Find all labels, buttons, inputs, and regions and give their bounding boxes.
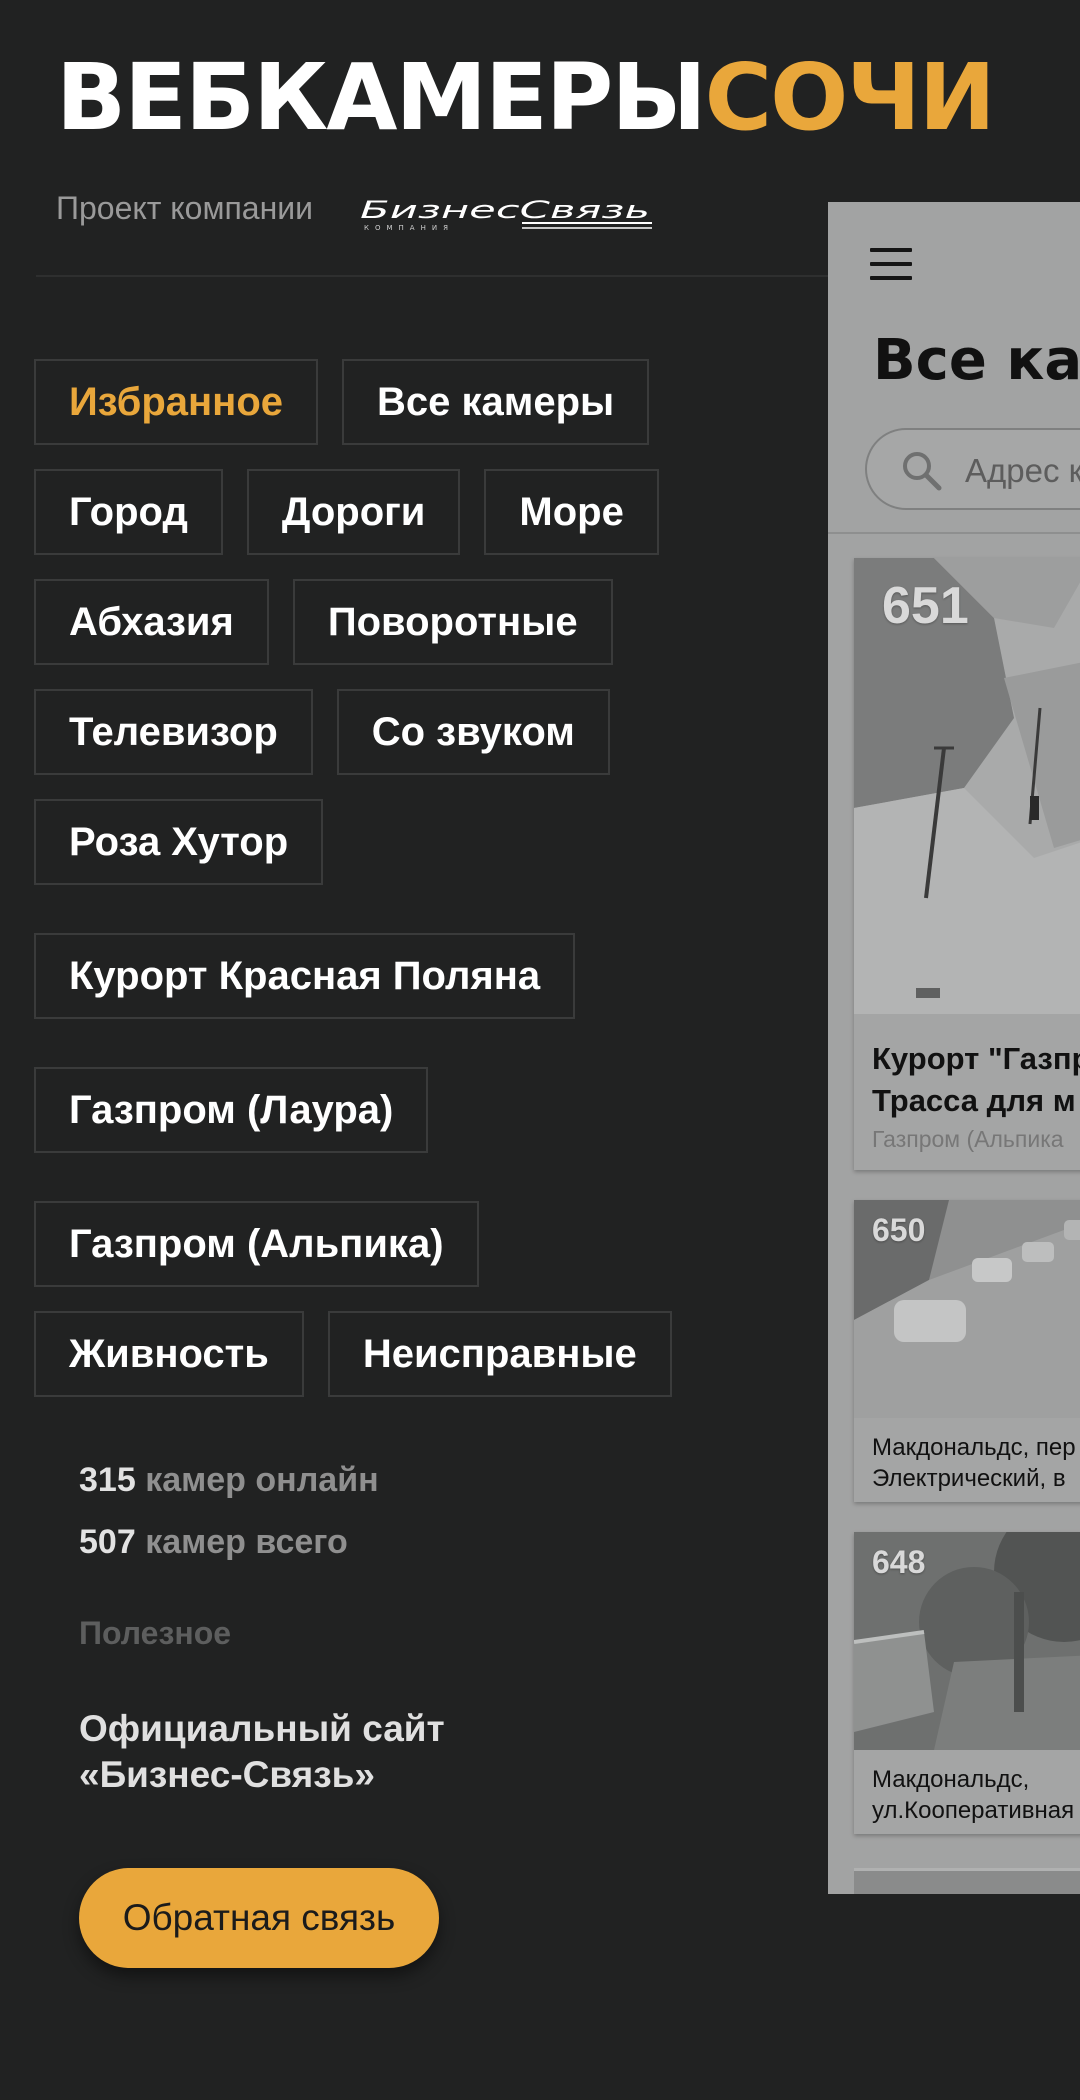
logo-word-sochi: СОЧИ bbox=[704, 44, 996, 151]
category-chip-rosa-khutor[interactable]: Роза Хутор bbox=[34, 799, 324, 885]
main-header-divider bbox=[828, 532, 1080, 534]
camera-card[interactable]: 650 Макдональдс, пер Электрический, в bbox=[854, 1200, 1080, 1502]
category-chip-krasnaya-polyana[interactable]: Курорт Красная Поляна bbox=[34, 933, 576, 1019]
camera-title-line1: Макдональдс, пер bbox=[872, 1434, 1076, 1461]
company-logo-subtitle: КОМПАНИЯ bbox=[364, 224, 454, 232]
site-logo[interactable]: ВЕБКАМЕРЫСОЧИ bbox=[56, 52, 996, 144]
camera-title-line1: Курорт "Газпр bbox=[872, 1041, 1080, 1076]
camera-title-line2: Трасса для м bbox=[872, 1083, 1076, 1118]
category-chip-all-cameras[interactable]: Все камеры bbox=[342, 359, 650, 445]
camera-number: 651 bbox=[882, 577, 969, 635]
camera-category: Газпром (Альпика bbox=[872, 1126, 1064, 1152]
search-placeholder: Адрес к bbox=[965, 452, 1080, 489]
stat-total-count: 507 bbox=[79, 1523, 136, 1561]
logo-word-webcams: ВЕБКАМЕРЫ bbox=[56, 44, 707, 151]
category-chip-animals[interactable]: Живность bbox=[34, 1311, 304, 1397]
stat-online-label: камер онлайн bbox=[145, 1461, 379, 1499]
camera-card[interactable]: 648 Макдональдс, ул.Кооперативная bbox=[854, 1532, 1080, 1834]
camera-title-line2: Электрический, в bbox=[872, 1465, 1066, 1492]
category-chip-broken[interactable]: Неисправные bbox=[327, 1311, 672, 1397]
main-panel: Все кам Адрес к 651 Кур bbox=[828, 202, 1080, 1894]
useful-heading: Полезное bbox=[79, 1615, 232, 1651]
stat-online: 315 камер онлайн bbox=[79, 1458, 379, 1520]
stat-online-count: 315 bbox=[79, 1461, 136, 1499]
category-chip-favorites[interactable]: Избранное bbox=[34, 359, 319, 445]
camera-thumbnail: 651 bbox=[854, 558, 1080, 1014]
camera-number: 648 bbox=[872, 1544, 926, 1580]
company-logo-name: БизнесСвязь bbox=[360, 196, 650, 224]
category-chip-rotating[interactable]: Поворотные bbox=[292, 579, 613, 665]
camera-thumbnail: 648 bbox=[854, 1532, 1080, 1750]
category-chip-roads[interactable]: Дороги bbox=[246, 469, 461, 555]
camera-title-line1: Макдональдс, bbox=[872, 1766, 1030, 1793]
feedback-button[interactable]: Обратная связь bbox=[79, 1868, 439, 1968]
search-input[interactable]: Адрес к bbox=[865, 428, 1080, 510]
category-list: Избранное Все камеры Город Дороги Море А… bbox=[34, 359, 694, 1397]
camera-thumbnail: 650 bbox=[854, 1200, 1080, 1418]
category-chip-gazprom-laura[interactable]: Газпром (Лаура) bbox=[34, 1067, 429, 1153]
camera-card[interactable]: 651 Курорт "Газпр Трасса для м Газпром (… bbox=[854, 558, 1080, 1170]
category-chip-abkhazia[interactable]: Абхазия bbox=[34, 579, 269, 665]
camera-title-line2: ул.Кооперативная bbox=[872, 1797, 1075, 1824]
project-label: Проект компании bbox=[56, 190, 313, 226]
category-chip-sea[interactable]: Море bbox=[484, 469, 659, 555]
camera-card-partial[interactable] bbox=[854, 1868, 1080, 1894]
camera-stats: 315 камер онлайн 507 камер всего bbox=[79, 1458, 379, 1582]
company-logo[interactable]: БизнесСвязь КОМПАНИЯ bbox=[360, 196, 658, 232]
search-icon bbox=[903, 452, 942, 491]
stat-total-label: камер всего bbox=[145, 1523, 348, 1561]
category-chip-tv[interactable]: Телевизор bbox=[34, 689, 313, 775]
stat-total: 507 камер всего bbox=[79, 1520, 379, 1582]
official-site-link-line1: Официальный сайт bbox=[79, 1708, 445, 1749]
official-site-link[interactable]: Официальный сайт «Бизнес-Связь» bbox=[79, 1706, 499, 1798]
category-chip-with-sound[interactable]: Со звуком bbox=[336, 689, 610, 775]
official-site-link-line2: «Бизнес-Связь» bbox=[79, 1754, 375, 1795]
page-title: Все кам bbox=[873, 328, 1080, 393]
header-divider bbox=[36, 275, 828, 277]
category-chip-gazprom-alpika[interactable]: Газпром (Альпика) bbox=[34, 1201, 479, 1287]
hamburger-menu-icon[interactable] bbox=[870, 248, 912, 280]
category-chip-city[interactable]: Город bbox=[34, 469, 223, 555]
camera-number: 650 bbox=[872, 1212, 926, 1248]
